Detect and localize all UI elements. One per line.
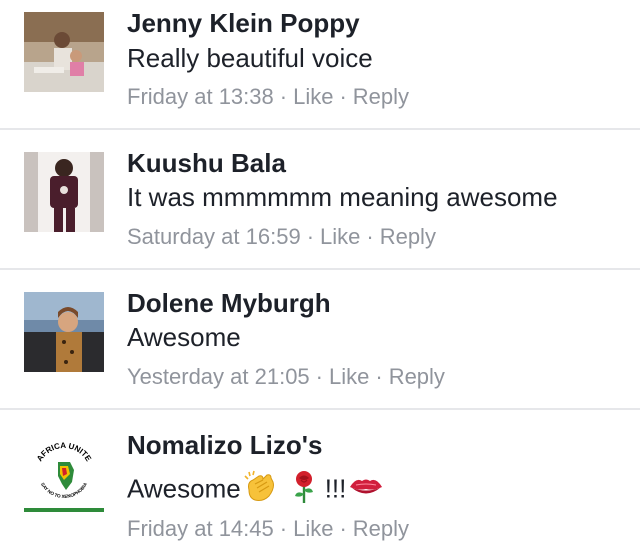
comment-item: AFRICA UNITE SAY NO TO XENOPHOBIA Nomali… — [0, 410, 640, 547]
like-link[interactable]: Like — [329, 364, 369, 389]
avatar[interactable]: AFRICA UNITE SAY NO TO XENOPHOBIA — [24, 432, 104, 512]
comment-author[interactable]: Jenny Klein Poppy — [127, 8, 360, 39]
comment-timestamp[interactable]: Friday at 14:45 — [127, 516, 274, 541]
avatar[interactable] — [24, 292, 104, 372]
separator: · — [279, 516, 288, 541]
comment-text: It was mmmmmm meaning awesome — [127, 182, 558, 212]
separator: · — [315, 364, 323, 389]
reply-link[interactable]: Reply — [389, 364, 445, 389]
comment-meta: Friday at 13:38 · Like · Reply — [127, 84, 409, 110]
clapping-hands-icon — [243, 470, 279, 511]
comment-text: Awesome — [127, 322, 241, 352]
comment-timestamp[interactable]: Yesterday at 21:05 — [127, 364, 310, 389]
comment-author[interactable]: Kuushu Bala — [127, 148, 286, 179]
comment-timestamp[interactable]: Friday at 13:38 — [127, 84, 274, 109]
comment-meta: Yesterday at 21:05 · Like · Reply — [127, 364, 445, 390]
reply-link[interactable]: Reply — [380, 224, 436, 249]
comment-text: Awesome — [127, 473, 241, 504]
comment-author[interactable]: Nomalizo Lizo's — [127, 430, 322, 461]
like-link[interactable]: Like — [293, 516, 333, 541]
comment-text-line: Awesome !!! — [127, 470, 384, 511]
comment-meta: Friday at 14:45 · Like · Reply — [127, 516, 409, 542]
reply-link[interactable]: Reply — [353, 516, 409, 541]
like-link[interactable]: Like — [293, 84, 333, 109]
separator: · — [339, 84, 347, 109]
separator: · — [306, 224, 315, 249]
comment-meta: Saturday at 16:59 · Like · Reply — [127, 224, 436, 250]
comment-item: Jenny Klein Poppy Really beautiful voice… — [0, 0, 640, 129]
comment-item: Dolene Myburgh Awesome Yesterday at 21:0… — [0, 270, 640, 409]
avatar[interactable] — [24, 152, 104, 232]
separator: · — [339, 516, 347, 541]
emoji-exclamations: !!! — [324, 473, 347, 504]
avatar[interactable] — [24, 12, 104, 92]
separator: · — [279, 84, 288, 109]
comment-text: Really beautiful voice — [127, 43, 373, 73]
rose-icon — [291, 470, 317, 511]
comment-item: Kuushu Bala It was mmmmmm meaning awesom… — [0, 130, 640, 269]
like-link[interactable]: Like — [320, 224, 360, 249]
comment-timestamp[interactable]: Saturday at 16:59 — [127, 224, 301, 249]
comment-author[interactable]: Dolene Myburgh — [127, 288, 331, 319]
separator: · — [366, 224, 374, 249]
reply-link[interactable]: Reply — [353, 84, 409, 109]
separator: · — [375, 364, 383, 389]
kiss-mark-icon — [348, 475, 384, 506]
